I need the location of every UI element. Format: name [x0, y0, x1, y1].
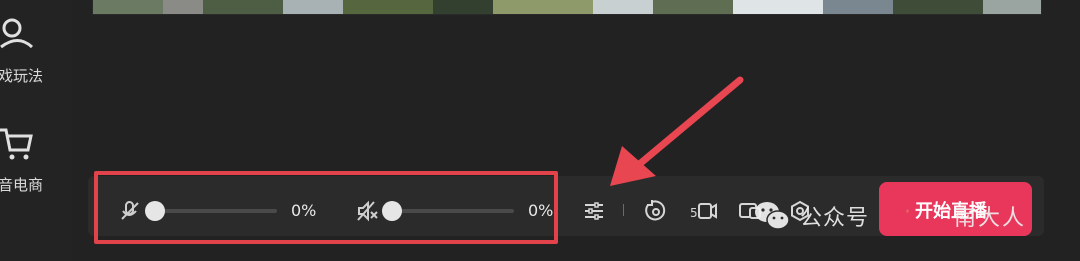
camera-timer-icon[interactable]: 5: [690, 199, 718, 223]
toolbar-divider: [623, 204, 624, 216]
annotation-arrow: [610, 76, 744, 186]
sidebar-item-label: 音电商: [0, 176, 44, 194]
rotate-camera-icon[interactable]: [644, 199, 668, 223]
sidebar: 戏玩法 音电商: [0, 0, 72, 261]
sidebar-item-label: 戏玩法: [0, 67, 44, 85]
volume-highlight-box: [94, 171, 558, 244]
wechat-logo-icon: [755, 202, 790, 230]
watermark-author: 南大人: [954, 206, 1027, 231]
video-preview: [92, 0, 1042, 15]
svg-text:5: 5: [690, 206, 698, 220]
watermark-dot: ·: [904, 200, 911, 225]
shopping-cart-icon: [0, 128, 33, 160]
person-pin-icon: [0, 18, 34, 49]
preview-image: [93, 0, 1041, 14]
watermark-label: 公众号: [800, 206, 870, 231]
sliders-icon[interactable]: [583, 200, 605, 222]
